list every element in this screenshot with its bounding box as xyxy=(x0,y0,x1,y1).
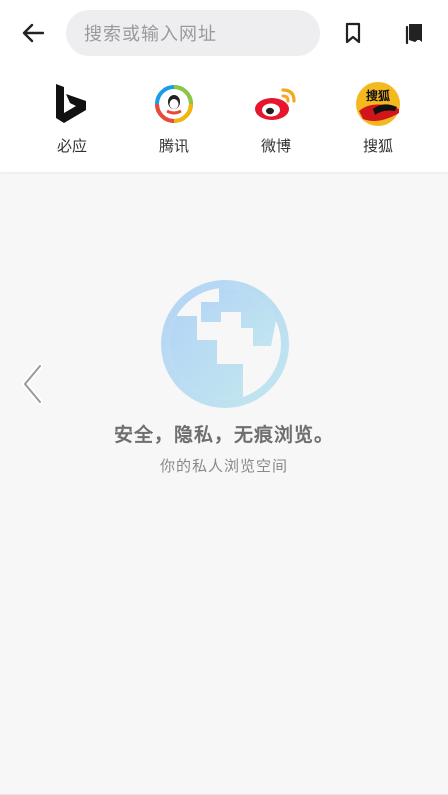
shortcut-label: 必应 xyxy=(56,137,87,155)
bing-logo-icon xyxy=(56,84,86,123)
back-button[interactable] xyxy=(12,13,54,53)
shortcut-weibo[interactable]: 微博 xyxy=(236,80,316,160)
private-mode-subline: 你的私人浏览空间 xyxy=(159,457,288,475)
sohu-logo-text: 搜狐 xyxy=(366,88,390,103)
shortcut-label: 搜狐 xyxy=(362,137,393,155)
private-browsing-panel: 安全，隐私，无痕浏览。 你的私人浏览空间 xyxy=(0,172,448,795)
shortcut-label: 腾讯 xyxy=(158,137,189,155)
search-input[interactable]: 搜索或输入网址 xyxy=(66,10,320,56)
private-mode-headline: 安全，隐私，无痕浏览。 xyxy=(113,424,334,446)
previous-page-button[interactable] xyxy=(14,358,50,410)
browser-header: 搜索或输入网址 必应 腾讯 微博 搜狐 搜狐 xyxy=(0,0,448,172)
bookmark-button[interactable] xyxy=(334,14,372,52)
bookmarks-stack-icon xyxy=(405,24,422,45)
arrow-left-icon xyxy=(22,23,44,43)
shortcut-sohu[interactable]: 搜狐 搜狐 xyxy=(338,80,418,160)
toolbar: 搜索或输入网址 xyxy=(0,0,448,66)
bookmark-icon xyxy=(345,22,361,44)
shortcut-grid: 必应 腾讯 微博 搜狐 搜狐 xyxy=(0,80,448,160)
sohu-logo-icon: 搜狐 xyxy=(356,82,400,126)
shortcut-label: 微博 xyxy=(260,137,291,155)
search-placeholder: 搜索或输入网址 xyxy=(84,24,217,45)
shortcut-bing[interactable]: 必应 xyxy=(32,80,112,160)
bookmarks-button[interactable] xyxy=(396,14,434,52)
weibo-logo-icon xyxy=(255,88,296,120)
chevron-left-icon xyxy=(22,363,43,405)
shortcut-tencent[interactable]: 腾讯 xyxy=(134,80,214,160)
tencent-logo-icon xyxy=(155,85,193,123)
globe-icon xyxy=(161,280,289,408)
